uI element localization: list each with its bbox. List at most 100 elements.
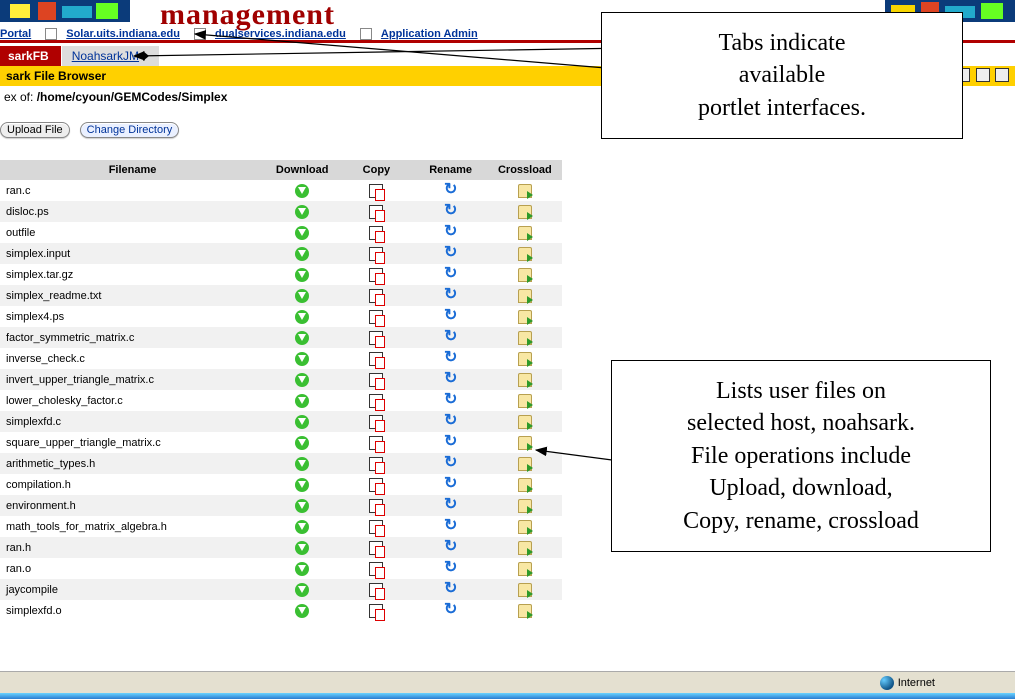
slide-title-overlay: management [160,0,335,32]
rename-icon[interactable] [443,394,459,408]
file-name-cell: factor_symmetric_matrix.c [0,327,265,348]
copy-icon[interactable] [369,478,383,492]
rename-icon[interactable] [443,415,459,429]
copy-icon[interactable] [369,331,383,345]
download-icon[interactable] [295,268,309,282]
crossload-icon[interactable] [518,583,532,597]
copy-icon[interactable] [369,226,383,240]
path-label: ex of: [4,90,37,104]
download-icon[interactable] [295,373,309,387]
crossload-icon[interactable] [518,289,532,303]
annotation-filelist-callout: Lists user files on selected host, noahs… [611,360,991,552]
table-row: simplex.input [0,243,562,264]
rename-icon[interactable] [443,289,459,303]
download-icon[interactable] [295,562,309,576]
rename-icon[interactable] [443,352,459,366]
copy-icon[interactable] [369,289,383,303]
table-row: simplex4.ps [0,306,562,327]
crossload-icon[interactable] [518,310,532,324]
copy-icon[interactable] [369,205,383,219]
rename-icon[interactable] [443,457,459,471]
crossload-icon[interactable] [518,184,532,198]
crossload-icon[interactable] [518,541,532,555]
download-icon[interactable] [295,289,309,303]
download-icon[interactable] [295,226,309,240]
callout-line: Copy, rename, crossload [632,505,970,537]
rename-icon[interactable] [443,478,459,492]
copy-icon[interactable] [369,373,383,387]
copy-icon[interactable] [369,457,383,471]
copy-icon[interactable] [369,310,383,324]
download-icon[interactable] [295,478,309,492]
copy-icon[interactable] [369,562,383,576]
copy-icon[interactable] [369,604,383,618]
annotation-arrow-3 [530,400,620,470]
rename-icon[interactable] [443,499,459,513]
crossload-icon[interactable] [518,205,532,219]
copy-icon[interactable] [369,415,383,429]
download-icon[interactable] [295,247,309,261]
rename-icon[interactable] [443,436,459,450]
rename-icon[interactable] [443,310,459,324]
rename-icon[interactable] [443,562,459,576]
download-icon[interactable] [295,499,309,513]
rename-icon[interactable] [443,541,459,555]
crossload-icon[interactable] [518,604,532,618]
copy-icon[interactable] [369,520,383,534]
download-icon[interactable] [295,205,309,219]
portlet-title: sark File Browser [6,69,106,83]
copy-icon[interactable] [369,499,383,513]
download-icon[interactable] [295,310,309,324]
crossload-icon[interactable] [518,352,532,366]
download-icon[interactable] [295,457,309,471]
rename-icon[interactable] [443,373,459,387]
download-icon[interactable] [295,331,309,345]
copy-icon[interactable] [369,394,383,408]
copy-icon[interactable] [369,247,383,261]
crossload-icon[interactable] [518,247,532,261]
rename-icon[interactable] [443,268,459,282]
rename-icon[interactable] [443,583,459,597]
rename-icon[interactable] [443,205,459,219]
crossload-icon[interactable] [518,520,532,534]
file-name-cell: lower_cholesky_factor.c [0,390,265,411]
crossload-icon[interactable] [518,373,532,387]
rename-icon[interactable] [443,247,459,261]
table-row: simplexfd.o [0,600,562,621]
copy-icon[interactable] [369,436,383,450]
copy-icon[interactable] [369,268,383,282]
crossload-icon[interactable] [518,268,532,282]
copy-icon[interactable] [369,583,383,597]
crossload-icon[interactable] [518,331,532,345]
download-icon[interactable] [295,352,309,366]
copy-icon[interactable] [369,184,383,198]
copy-icon[interactable] [369,541,383,555]
download-icon[interactable] [295,415,309,429]
crossload-icon[interactable] [518,478,532,492]
crossload-icon[interactable] [518,226,532,240]
edit-icon[interactable] [45,28,57,40]
change-directory-button[interactable]: Change Directory [80,122,180,138]
crossload-icon[interactable] [518,562,532,576]
download-icon[interactable] [295,436,309,450]
rename-icon[interactable] [443,331,459,345]
path-value: /home/cyoun/GEMCodes/Simplex [37,90,228,104]
file-name-cell: simplex.input [0,243,265,264]
download-icon[interactable] [295,541,309,555]
rename-icon[interactable] [443,226,459,240]
rename-icon[interactable] [443,604,459,618]
rename-icon[interactable] [443,184,459,198]
nav-link-portal[interactable]: Portal [0,28,31,40]
crossload-icon[interactable] [518,499,532,513]
download-icon[interactable] [295,394,309,408]
minimize-icon[interactable] [976,68,990,82]
copy-icon[interactable] [369,352,383,366]
download-icon[interactable] [295,184,309,198]
download-icon[interactable] [295,604,309,618]
close-icon[interactable] [995,68,1009,82]
download-icon[interactable] [295,520,309,534]
rename-icon[interactable] [443,520,459,534]
upload-button[interactable]: Upload File [0,122,70,138]
tab-sarkfb[interactable]: sarkFB [0,46,61,66]
download-icon[interactable] [295,583,309,597]
